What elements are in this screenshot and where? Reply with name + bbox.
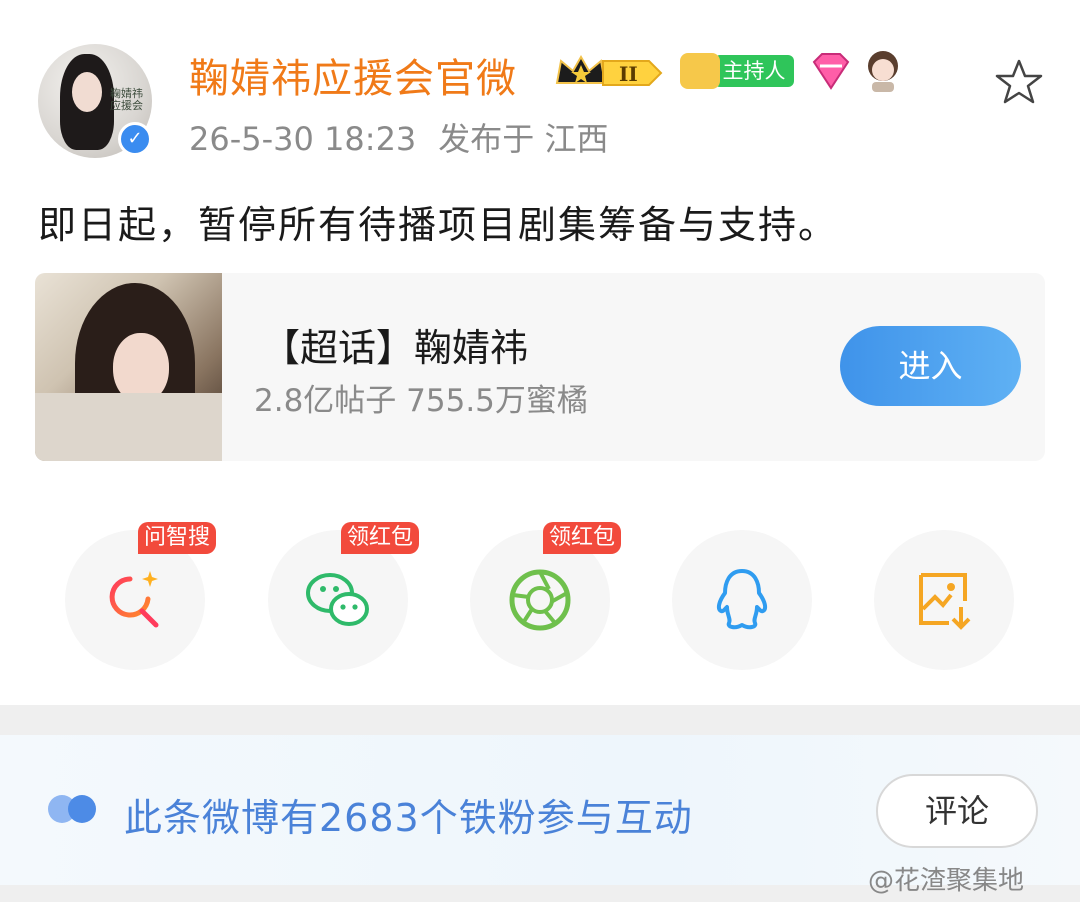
fans-icon xyxy=(48,795,96,823)
post-time: 26-5-30 18:23 xyxy=(189,120,417,158)
favorite-star-icon[interactable] xyxy=(994,58,1044,106)
moments-aperture-icon xyxy=(509,569,571,631)
share-row: 问智搜 领红包 领红包 xyxy=(0,522,1080,670)
weibo-post: 鞠婧祎 应援会 ✓ 鞠婧祎应援会官微 II 主持人 11 26-5-30 18:… xyxy=(0,0,1080,705)
topic-card[interactable]: 【超话】鞠婧祎 2.8亿帖子 755.5万蜜橘 进入 xyxy=(35,273,1045,461)
enter-button[interactable]: 进入 xyxy=(840,326,1021,406)
host-badge-label: 主持人 xyxy=(714,55,794,87)
share-moments-button[interactable]: 领红包 xyxy=(470,522,622,670)
ai-search-icon xyxy=(109,571,159,628)
avatar-text: 鞠婧祎 应援会 xyxy=(110,87,143,112)
verified-icon: ✓ xyxy=(118,122,152,156)
qq-penguin-icon xyxy=(716,569,768,630)
crown-badge-icon[interactable]: II xyxy=(553,53,665,93)
fan-interaction-text: 此条微博有2683个铁粉参与互动 xyxy=(124,796,693,840)
post-meta: 26-5-30 18:23 发布于 江西 xyxy=(189,114,608,160)
post-content: 即日起，暂停所有待播项目剧集筹备与支持。 xyxy=(38,203,839,247)
host-badge-icon xyxy=(680,53,720,89)
gem-badge-icon[interactable]: 11 xyxy=(808,52,854,92)
post-location: 发布于 江西 xyxy=(438,120,609,158)
share-ai-search-button[interactable]: 问智搜 xyxy=(65,522,217,670)
comment-button[interactable]: 评论 xyxy=(876,774,1038,848)
share-wechat-button[interactable]: 领红包 xyxy=(268,522,420,670)
section-divider xyxy=(0,705,1080,735)
svg-text:11: 11 xyxy=(836,78,854,92)
thumb-sweater xyxy=(35,393,222,461)
crown-badge-level: II xyxy=(619,62,638,86)
share-qq-button[interactable] xyxy=(672,530,812,670)
topic-thumbnail xyxy=(35,273,222,461)
share-badge: 问智搜 xyxy=(138,522,217,554)
username[interactable]: 鞠婧祎应援会官微 xyxy=(189,46,517,104)
save-image-icon xyxy=(919,573,971,630)
avatar-sticker-icon[interactable] xyxy=(862,48,904,92)
share-save-image-button[interactable] xyxy=(874,530,1014,670)
wechat-icon xyxy=(306,573,369,626)
topic-stats: 2.8亿帖子 755.5万蜜橘 xyxy=(254,383,588,419)
watermark: @花渣聚集地 xyxy=(868,866,1025,896)
share-badge: 领红包 xyxy=(341,522,420,554)
share-badge: 领红包 xyxy=(543,522,622,554)
avatar-face xyxy=(72,72,102,112)
topic-title: 【超话】鞠婧祎 xyxy=(262,326,529,370)
host-badge[interactable]: 主持人 xyxy=(680,53,796,89)
